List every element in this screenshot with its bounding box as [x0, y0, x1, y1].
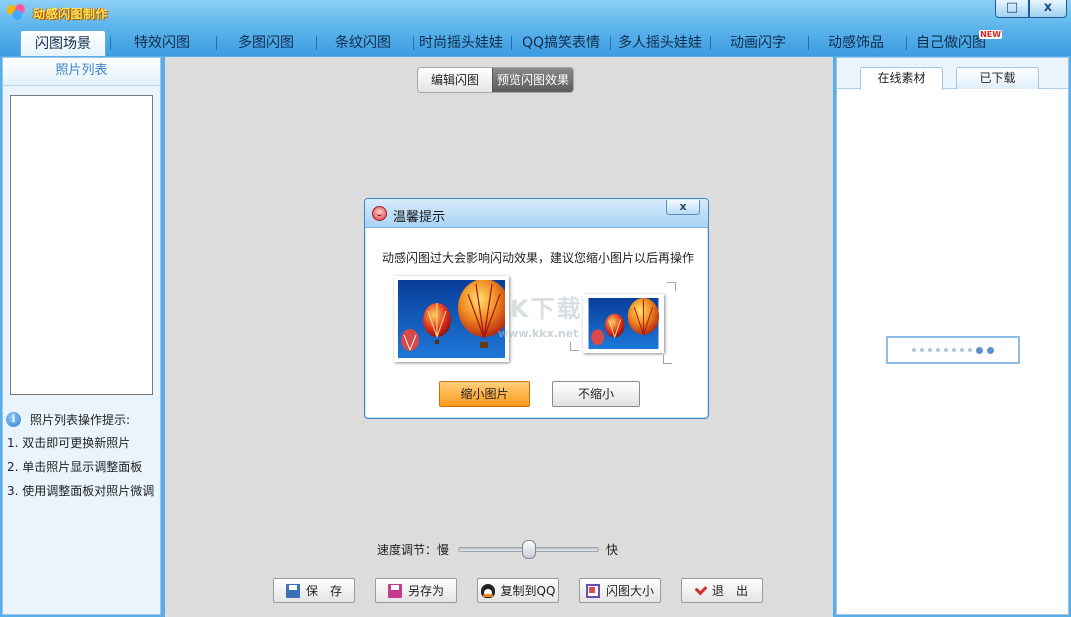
materials-panel: 在线素材 已下载 [836, 57, 1069, 615]
save-button[interactable]: 保 存 [273, 578, 355, 603]
preview-flash-button[interactable]: 预览闪图效果 [492, 68, 574, 92]
crop-corner-mark [663, 355, 672, 364]
smiley-icon [372, 206, 387, 221]
loading-dot [968, 348, 972, 352]
tab-effect-flash[interactable]: 特效闪图 [110, 30, 216, 56]
loading-dot [920, 348, 924, 352]
speed-slider-thumb[interactable] [522, 540, 536, 559]
floppy-icon [387, 583, 402, 598]
tips-title: 照片列表操作提示: [30, 413, 131, 427]
photo-list[interactable] [10, 95, 153, 395]
dialog-title-bar: 温馨提示 x [365, 199, 708, 228]
tip-item: 1. 双击即可更换新照片 [7, 436, 131, 450]
view-mode-toggle: 编辑闪图 预览闪图效果 [417, 67, 575, 93]
photo-list-panel: 照片列表 i 照片列表操作提示: 1. 双击即可更换新照片 2. 单击照片显示调… [2, 57, 161, 615]
exit-button-label: 退 出 [711, 584, 748, 598]
loading-dot [944, 348, 948, 352]
loading-dot [936, 348, 940, 352]
close-window-button[interactable]: x [1029, 0, 1067, 18]
tip-item: 2. 单击照片显示调整面板 [7, 460, 143, 474]
tab-stripe-flash[interactable]: 条纹闪图 [316, 30, 413, 56]
new-badge: NEW [979, 30, 1003, 39]
tab-qq-funny[interactable]: QQ搞笑表情 [511, 30, 610, 56]
dialog-title: 温馨提示 [393, 210, 446, 225]
tab-bobblehead[interactable]: 时尚摇头娃娃 [413, 30, 511, 56]
shrink-image-button[interactable]: 缩小图片 [439, 381, 530, 407]
tab-multi-bobblehead[interactable]: 多人摇头娃娃 [610, 30, 710, 56]
exit-button[interactable]: 退 出 [681, 578, 763, 603]
balloon-photo-large [394, 276, 509, 362]
tab-online-materials[interactable]: 在线素材 [860, 67, 943, 90]
flash-size-button-label: 闪图大小 [605, 584, 654, 598]
edit-flash-button[interactable]: 编辑闪图 [418, 68, 493, 92]
qq-penguin-icon [480, 583, 495, 598]
tab-flash-scene[interactable]: 闪图场景 [20, 30, 106, 56]
copy-to-qq-button-label: 复制到QQ [500, 584, 556, 598]
checkmark-icon [694, 582, 708, 595]
no-shrink-button[interactable]: 不缩小 [552, 381, 640, 407]
tab-downloaded[interactable]: 已下载 [956, 67, 1039, 89]
loading-dot [976, 346, 983, 354]
tab-accessories[interactable]: 动感饰品 [808, 30, 906, 56]
materials-tabs: 在线素材 已下载 [837, 58, 1068, 90]
watermark: K下载 [510, 295, 583, 323]
copy-to-qq-button[interactable]: 复制到QQ [477, 578, 559, 603]
flash-size-button[interactable]: 闪图大小 [579, 578, 661, 603]
photo-list-header: 照片列表 [3, 58, 160, 86]
tab-multi-image-flash[interactable]: 多图闪图 [216, 30, 316, 56]
loading-dot [960, 348, 964, 352]
save-as-button[interactable]: 另存为 [375, 578, 457, 603]
save-button-label: 保 存 [305, 584, 342, 598]
dialog-message: 动感闪图过大会影响闪动效果，建议您缩小图片以后再操作 [382, 251, 695, 265]
dialog-close-button[interactable]: x [666, 200, 700, 215]
info-icon: i [6, 412, 21, 427]
loading-dot [987, 346, 994, 354]
image-size-icon [585, 583, 600, 598]
speed-label: 速度调节：慢 [377, 543, 450, 557]
tab-diy-flash[interactable]: 自己做闪图 NEW [906, 30, 1004, 56]
loading-dot [928, 348, 932, 352]
app-logo-icon [7, 4, 25, 20]
tips-heading: i 照片列表操作提示: [6, 411, 130, 428]
tip-dialog: 温馨提示 x 动感闪图过大会影响闪动效果，建议您缩小图片以后再操作 K下载 ww… [364, 198, 709, 419]
loading-indicator [886, 336, 1020, 364]
preview-area: 编辑闪图 预览闪图效果 温馨提示 x 动感闪图过大会影响闪动效果，建议您缩小图片… [165, 57, 833, 617]
speed-fast-label: 快 [606, 543, 619, 557]
tab-diy-flash-label: 自己做闪图 [916, 35, 987, 51]
app-title: 动感闪图制作 [33, 7, 109, 21]
main-nav-tabs: 闪图场景 特效闪图 多图闪图 条纹闪图 时尚摇头娃娃 QQ搞笑表情 多人摇头娃娃… [20, 30, 1004, 56]
tip-item: 3. 使用调整面板对照片微调 [7, 484, 155, 498]
loading-dot [912, 348, 916, 352]
loading-dot [952, 348, 956, 352]
maximize-button[interactable]: □ [995, 0, 1029, 18]
crop-corner-mark [570, 342, 579, 351]
save-as-button-label: 另存为 [407, 584, 444, 598]
floppy-icon [285, 583, 300, 598]
title-bar: 动感闪图制作 □ x 闪图场景 特效闪图 多图闪图 条纹闪图 时尚摇头娃娃 QQ… [0, 0, 1071, 56]
balloon-photo-small [583, 294, 664, 353]
tab-animated-text[interactable]: 动画闪字 [710, 30, 808, 56]
crop-corner-mark [667, 282, 676, 291]
watermark-url: www.kkx.net [498, 327, 579, 340]
